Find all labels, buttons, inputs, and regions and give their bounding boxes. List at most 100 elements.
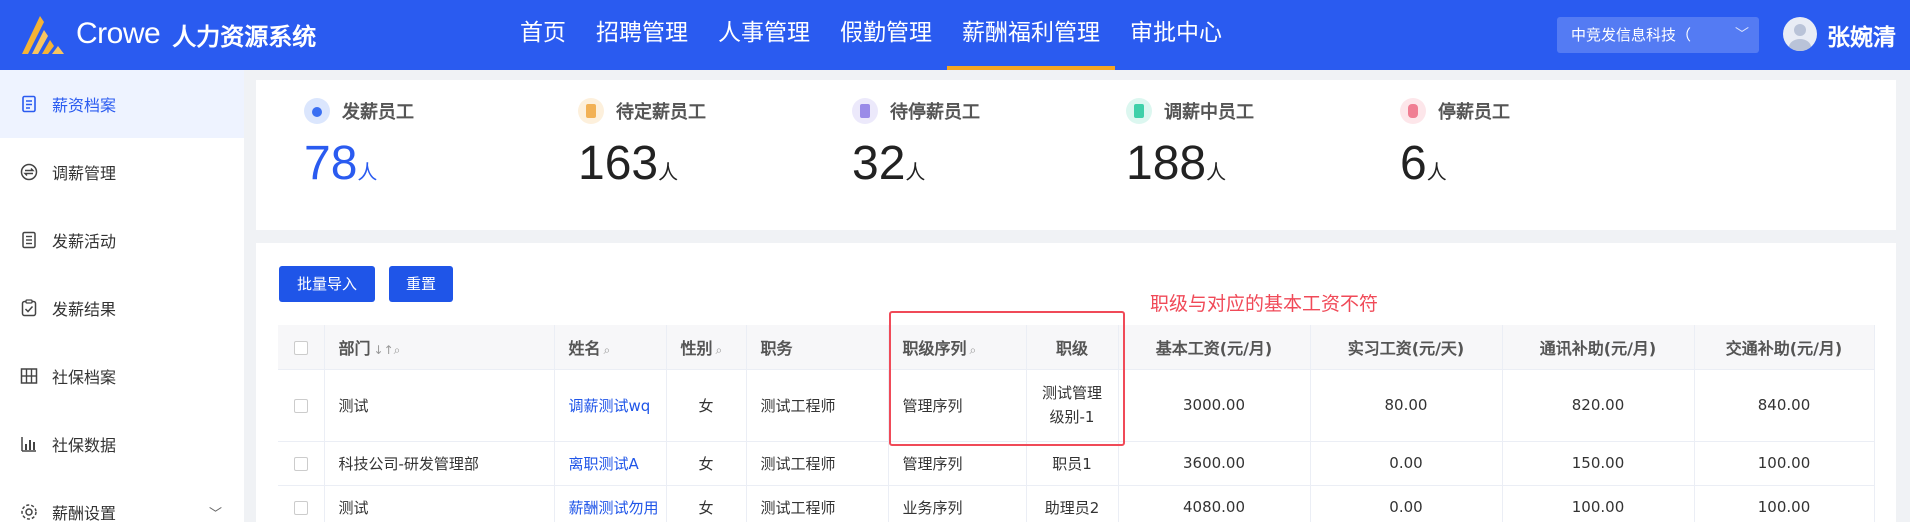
stat-adjusting[interactable]: 调薪中员工 188人 — [1126, 98, 1254, 201]
col-comm-allowance: 通讯补助(元/月) — [1502, 325, 1695, 370]
stat-unit: 人 — [905, 162, 926, 184]
stat-value: 188 — [1126, 137, 1207, 190]
grid-icon — [20, 368, 38, 384]
stat-label: 调薪中员工 — [1164, 102, 1254, 123]
table-row[interactable]: 科技公司-研发管理部 离职测试A 女 测试工程师 管理序列 职员1 3600.0… — [278, 441, 1875, 486]
stat-unit: 人 — [1426, 162, 1447, 184]
col-gender[interactable]: 性别 ⌕ — [666, 325, 747, 370]
sidebar: 薪资档案 调薪管理 发薪活动 发薪结果 社保档案 社保数据 薪酬设置 ﹀ — [0, 70, 244, 522]
sidebar-item-social-archive[interactable]: 社保档案 — [0, 342, 244, 410]
cell-comm-allowance: 820.00 — [1502, 369, 1695, 442]
search-icon[interactable]: ⌕ — [604, 343, 611, 357]
system-name: 人力资源系统 — [172, 22, 317, 51]
search-icon[interactable]: ⌕ — [970, 343, 977, 357]
sidebar-item-label: 发薪活动 — [52, 232, 117, 251]
cell-intern-wage: 0.00 — [1310, 441, 1503, 486]
medal-icon — [304, 98, 330, 124]
stat-unit: 人 — [357, 162, 378, 184]
sidebar-item-payroll-result[interactable]: 发薪结果 — [0, 274, 244, 342]
avatar[interactable] — [1783, 17, 1817, 51]
cell-name-link[interactable]: 调薪测试wq — [554, 369, 667, 442]
crowe-logo-icon — [22, 16, 64, 54]
table-header-row: 部门 ↓↑⌕ 姓名 ⌕ 性别 ⌕ 职务 职级序列 ⌕ 职级 基本工资(元/月) 实习工资… — [278, 325, 1875, 370]
sidebar-item-salary-archive[interactable]: 薪资档案 — [0, 70, 244, 138]
sidebar-item-label: 调薪管理 — [52, 164, 117, 183]
cell-base-salary: 3000.00 — [1118, 369, 1311, 442]
money-bag-icon — [1400, 98, 1426, 124]
col-department[interactable]: 部门 ↓↑⌕ — [324, 325, 555, 370]
cell-department: 科技公司-研发管理部 — [324, 441, 555, 486]
stat-paid-employees[interactable]: 发薪员工 78人 — [304, 98, 414, 201]
document-icon — [22, 95, 36, 113]
cell-name-link[interactable]: 薪酬测试勿用 — [554, 485, 667, 522]
nav-personnel[interactable]: 人事管理 — [703, 0, 825, 70]
username[interactable]: 张婉清 — [1827, 18, 1896, 52]
cell-name-link[interactable]: 离职测试A — [554, 441, 667, 486]
stat-label: 发薪员工 — [342, 102, 414, 123]
table-row[interactable]: 测试 调薪测试wq 女 测试工程师 管理序列 测试管理级别-1 3000.00 … — [278, 369, 1875, 442]
cell-rank: 职员1 — [1026, 441, 1119, 486]
check-clipboard-icon — [21, 299, 37, 317]
cell-rank: 测试管理级别-1 — [1026, 369, 1119, 442]
hourglass-icon — [578, 98, 604, 124]
cell-rank-sequence: 业务序列 — [888, 485, 1027, 522]
nav-approval[interactable]: 审批中心 — [1115, 0, 1237, 70]
sort-search-icon[interactable]: ↓↑⌕ — [374, 343, 401, 357]
stat-value: 6 — [1400, 137, 1427, 190]
stat-pending-salary[interactable]: 待定薪员工 163人 — [578, 98, 706, 201]
sidebar-item-label: 薪资档案 — [52, 96, 117, 115]
row-checkbox[interactable] — [278, 441, 325, 486]
nav-attendance[interactable]: 假勤管理 — [825, 0, 947, 70]
batch-import-button[interactable]: 批量导入 — [279, 266, 375, 302]
col-rank: 职级 — [1026, 325, 1119, 370]
stat-label: 待定薪员工 — [616, 102, 706, 123]
search-icon[interactable]: ⌕ — [716, 343, 723, 357]
cell-transport-allowance: 840.00 — [1694, 369, 1875, 442]
row-checkbox[interactable] — [278, 485, 325, 522]
reset-button[interactable]: 重置 — [389, 266, 453, 302]
col-intern-wage: 实习工资(元/天) — [1310, 325, 1503, 370]
cell-intern-wage: 80.00 — [1310, 369, 1503, 442]
stat-stopped[interactable]: 停薪员工 6人 — [1400, 98, 1510, 201]
cell-gender: 女 — [666, 441, 747, 486]
cell-department: 测试 — [324, 485, 555, 522]
col-transport-allowance: 交通补助(元/月) — [1694, 325, 1875, 370]
stat-label: 停薪员工 — [1438, 102, 1510, 123]
sidebar-item-label: 薪酬设置 — [52, 504, 117, 522]
cell-intern-wage: 0.00 — [1310, 485, 1503, 522]
row-checkbox[interactable] — [278, 369, 325, 442]
cell-department: 测试 — [324, 369, 555, 442]
table-row[interactable]: 测试 薪酬测试勿用 女 测试工程师 业务序列 助理员2 4080.00 0.00… — [278, 485, 1875, 522]
nav-recruitment[interactable]: 招聘管理 — [581, 0, 703, 70]
stat-unit: 人 — [1206, 162, 1227, 184]
cell-base-salary: 3600.00 — [1118, 441, 1311, 486]
stats-panel: 发薪员工 78人 待定薪员工 163人 待停薪员工 32人 调薪中员工 188人… — [256, 80, 1896, 230]
col-base-salary: 基本工资(元/月) — [1118, 325, 1311, 370]
cell-gender: 女 — [666, 485, 747, 522]
gear-icon — [21, 504, 37, 520]
company-select[interactable]: 中竞发信息科技（ ﹀ — [1557, 17, 1759, 53]
sidebar-item-label: 社保数据 — [52, 436, 117, 455]
cell-position: 测试工程师 — [746, 369, 889, 442]
cell-rank: 助理员2 — [1026, 485, 1119, 522]
salary-table: 部门 ↓↑⌕ 姓名 ⌕ 性别 ⌕ 职务 职级序列 ⌕ 职级 基本工资(元/月) 实习工资… — [278, 325, 1875, 522]
list-icon — [22, 231, 36, 249]
logo-text: Crowe — [76, 17, 161, 50]
col-rank-sequence[interactable]: 职级序列 ⌕ — [888, 325, 1027, 370]
hourglass-icon — [852, 98, 878, 124]
sidebar-item-compensation-settings[interactable]: 薪酬设置 ﹀ — [0, 478, 244, 522]
annotation-text: 职级与对应的基本工资不符 — [1150, 293, 1379, 315]
nav-compensation[interactable]: 薪酬福利管理 — [947, 0, 1115, 70]
cell-comm-allowance: 150.00 — [1502, 441, 1695, 486]
stat-value: 32 — [852, 137, 906, 190]
select-all-checkbox[interactable] — [278, 325, 325, 370]
col-name[interactable]: 姓名 ⌕ — [554, 325, 667, 370]
cell-transport-allowance: 100.00 — [1694, 485, 1875, 522]
sidebar-item-payroll-activity[interactable]: 发薪活动 — [0, 206, 244, 274]
sidebar-item-social-data[interactable]: 社保数据 — [0, 410, 244, 478]
nav-home[interactable]: 首页 — [505, 0, 581, 70]
logo[interactable]: Crowe 人力资源系统 — [18, 12, 316, 56]
sidebar-item-label: 社保档案 — [52, 368, 117, 387]
sidebar-item-salary-adjust[interactable]: 调薪管理 — [0, 138, 244, 206]
stat-pending-stop[interactable]: 待停薪员工 32人 — [852, 98, 980, 201]
